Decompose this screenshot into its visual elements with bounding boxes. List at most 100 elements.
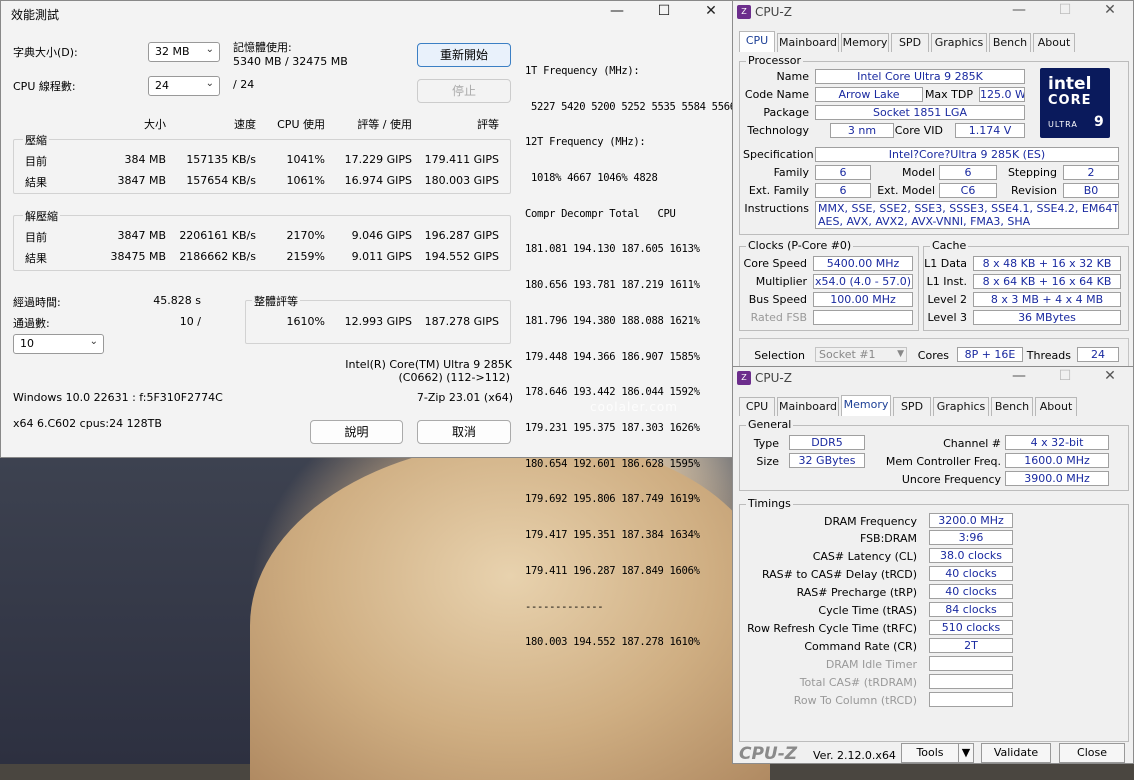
tab-about[interactable]: About [1035,397,1077,416]
close-button[interactable]: Close [1059,743,1125,763]
tab-cpu[interactable]: CPU [739,31,775,52]
timing-label: RAS# Precharge (tRP) [796,586,917,599]
instructions-line: MMX, SSE, SSE2, SSE3, SSSE3, SSE4.1, SSE… [818,202,1119,215]
minimize-icon[interactable]: — [597,3,637,19]
cpu-cell: 2159% [286,250,325,263]
timing-label: Total CAS# (tRDRAM) [799,676,917,689]
rating-usage-cell: 17.229 GIPS [344,153,412,166]
tools-button[interactable]: Tools [901,743,959,763]
log-line: 181.796 194.380 188.088 1621% [525,314,700,327]
window-title: CPU-Z [755,5,792,19]
timing-label: CAS# Latency (CL) [812,550,917,563]
tab-graphics[interactable]: Graphics [933,397,989,416]
help-button[interactable]: 說明 [310,420,403,444]
timing-value: 40 clocks [929,584,1013,599]
model-value: 6 [939,165,997,180]
cpuz-cpu-window: Z CPU-Z — ☐ ✕ CPU Mainboard Memory SPD G… [732,0,1134,372]
log-line: Compr Decompr Total CPU [525,207,676,220]
tab-cpu[interactable]: CPU [739,397,775,416]
chevron-down-icon: ⌄ [205,44,214,55]
channel-label: Channel # [943,437,1001,450]
threads-select[interactable]: 24 ⌄ [148,76,220,96]
cpu-name-value: Intel Core Ultra 9 285K [815,69,1025,84]
timing-label: DRAM Frequency [823,515,917,528]
busspeed-value: 100.00 MHz [813,292,913,307]
socket-select[interactable]: Socket #1 ▼ [815,347,907,362]
tools-dropdown-icon[interactable]: ▼ [958,743,974,763]
tab-bench[interactable]: Bench [989,33,1031,52]
cpuz-app-icon: Z [737,5,751,19]
log-line: 178.646 193.442 186.044 1592% [525,386,700,399]
os-info: Windows 10.0 22631 : f:5F310F2774C [13,391,223,404]
tab-memory[interactable]: Memory [841,395,891,416]
tab-spd[interactable]: SPD [891,33,929,52]
close-icon[interactable]: ✕ [1090,368,1130,384]
cpuz-brand: CPU-Z [739,744,798,764]
maxtdp-value: 125.0 W [979,87,1025,102]
decompress-label: 解壓縮 [23,208,60,224]
close-icon[interactable]: ✕ [1090,2,1130,18]
elapsed-label: 經過時間: [13,296,61,309]
cpuz-memory-window: Z CPU-Z — ☐ ✕ CPU Mainboard Memory SPD G… [732,366,1134,764]
timing-label: RAS# to CAS# Delay (tRCD) [761,568,917,581]
type-label: Type [753,437,779,450]
tab-mainboard[interactable]: Mainboard [777,33,839,52]
col-rating-usage: 評等 / 使用 [357,118,412,131]
rating-usage-cell: 9.046 GIPS [351,229,412,242]
specification-label: Specification [743,148,814,161]
close-icon[interactable]: ✕ [691,3,731,19]
tab-about[interactable]: About [1033,33,1075,52]
log-line: 179.448 194.366 186.907 1585% [525,350,700,363]
log-line: 180.003 194.552 187.278 1610% [525,636,700,649]
cpu-name: Intel(R) Core(TM) Ultra 9 285K [345,358,512,371]
dict-size-value: 32 MB [155,45,190,58]
stop-button[interactable]: 停止 [417,79,511,103]
zip-version: 7-Zip 23.01 (x64) [416,391,513,404]
tab-mainboard[interactable]: Mainboard [777,397,839,416]
extmodel-label: Ext. Model [877,184,935,197]
memctrl-freq-label: Mem Controller Freq. [885,455,1001,468]
rating-cell: 196.287 GIPS [424,229,499,242]
rating-cell: 194.552 GIPS [424,250,499,263]
maxtdp-label: Max TDP [924,88,973,101]
rating-cell: 180.003 GIPS [424,174,499,187]
maximize-icon[interactable]: ☐ [644,3,684,19]
elapsed-value: 45.828 s [153,294,201,307]
log-line: 179.411 196.287 187.849 1606% [525,564,700,577]
speed-cell: 157135 KB/s [186,153,256,166]
chevron-down-icon: ⌄ [205,78,214,89]
l1data-value: 8 x 48 KB + 16 x 32 KB [973,256,1121,271]
ratedfsb-label: Rated FSB [750,311,807,324]
instructions-label: Instructions [744,202,809,215]
window-title: CPU-Z [755,371,792,385]
minimize-icon[interactable]: — [999,368,1039,384]
tab-graphics[interactable]: Graphics [931,33,987,52]
passes-value: 10 / [179,315,201,328]
stepping-value: 2 [1063,165,1119,180]
memctrl-freq-value: 1600.0 MHz [1005,453,1109,468]
channel-value: 4 x 32-bit [1005,435,1109,450]
codename-label: Code Name [744,88,809,101]
threads-value: 24 [1077,347,1119,362]
name-label: Name [776,70,809,83]
l3-label: Level 3 [927,311,967,324]
passes-select[interactable]: 10 ⌄ [13,334,104,354]
overall-label: 整體評等 [252,293,300,309]
dict-size-select[interactable]: 32 MB ⌄ [148,42,220,62]
tab-memory[interactable]: Memory [841,33,889,52]
benchmark-log: 1T Frequency (MHz): 5227 5420 5200 5252 … [525,42,736,673]
tab-bench[interactable]: Bench [991,397,1033,416]
ratedfsb-value [813,310,913,325]
tab-bar: CPU Mainboard Memory SPD Graphics Bench … [739,31,1129,53]
timing-value [929,656,1013,671]
cancel-button[interactable]: 取消 [417,420,511,444]
minimize-icon[interactable]: — [999,2,1039,18]
instructions-value: MMX, SSE, SSE2, SSE3, SSSE3, SSE4.1, SSE… [815,201,1119,229]
validate-button[interactable]: Validate [981,743,1051,763]
restart-button[interactable]: 重新開始 [417,43,511,67]
family-label: Family [773,166,809,179]
size-label: Size [756,455,779,468]
cpu-code: (C0662) (112->112) [398,371,510,384]
log-line: 179.692 195.806 187.749 1619% [525,493,700,506]
tab-spd[interactable]: SPD [893,397,931,416]
